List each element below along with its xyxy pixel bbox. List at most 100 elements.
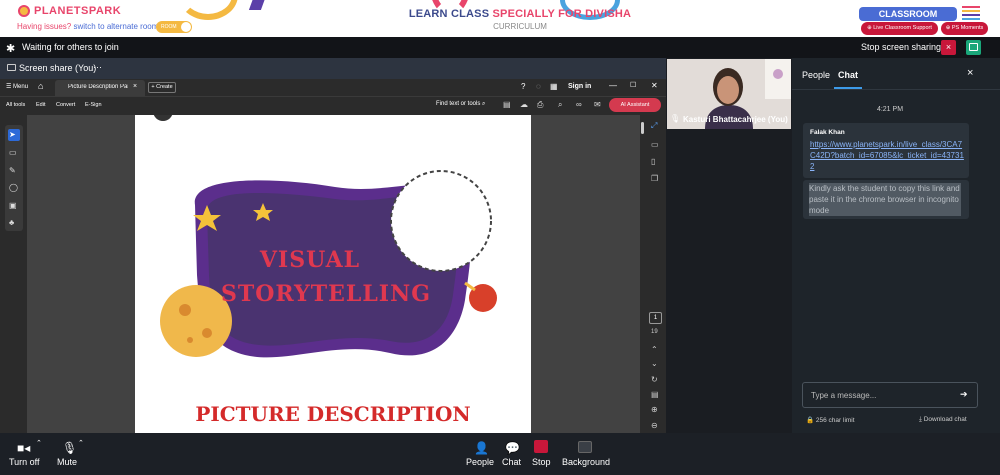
find-tools-input[interactable]: Find text or tools ⌕: [436, 101, 485, 108]
meeting-header: [0, 37, 1000, 58]
tab-close-icon[interactable]: ×: [133, 83, 137, 90]
mail-icon[interactable]: ✉: [594, 100, 601, 109]
toggle-knob: [181, 22, 191, 32]
camera-icon[interactable]: ■◂: [17, 441, 30, 455]
link-icon[interactable]: ∞: [576, 100, 582, 109]
chat-icon[interactable]: 💬: [505, 441, 520, 455]
participant-face: [717, 76, 739, 104]
alternate-room-link[interactable]: switch to alternate room: [73, 22, 158, 31]
comments-icon[interactable]: ▭: [651, 140, 659, 149]
search-icon: ⌕: [482, 101, 486, 107]
bell-icon[interactable]: ◌: [536, 82, 541, 91]
chevron-up-icon[interactable]: ⌃: [651, 345, 658, 354]
chat-button[interactable]: Chat: [502, 457, 521, 467]
maximize-icon[interactable]: ☐: [630, 81, 636, 89]
message-placeholder: Type a message...: [811, 391, 877, 400]
page-corner-dot: [153, 115, 173, 121]
stop-sharing-label: Stop screen sharing: [861, 42, 942, 52]
bookmark-icon[interactable]: ▯: [651, 157, 655, 166]
pages-icon[interactable]: ❐: [651, 174, 658, 183]
tab-title: Picture Description Part ...: [68, 84, 128, 90]
zoom-in-icon[interactable]: ⊕: [651, 405, 658, 414]
classroom-button[interactable]: CLASSROOM: [859, 7, 957, 21]
participant-name: Kasturi Bhattacahrjee (You): [683, 115, 788, 124]
tab-chat[interactable]: Chat: [838, 70, 858, 80]
download-icon: ⤓: [919, 416, 922, 423]
upload-icon[interactable]: ☁: [520, 100, 528, 109]
crater: [187, 337, 193, 343]
refresh-icon[interactable]: ↻: [651, 375, 658, 384]
text-icon[interactable]: ▣: [9, 201, 17, 210]
microphone-icon[interactable]: 🎙: [62, 441, 77, 455]
home-icon[interactable]: ⌂: [38, 81, 43, 91]
slide-title-line1: VISUAL: [259, 247, 361, 273]
mute-button[interactable]: Mute: [57, 457, 77, 467]
scrollbar-thumb[interactable]: [641, 122, 644, 134]
site-subtitle: CURRICULUM: [493, 22, 547, 31]
background-button[interactable]: Background: [562, 457, 610, 467]
close-panel-icon[interactable]: ×: [967, 67, 973, 79]
print-icon[interactable]: ⎙: [537, 100, 543, 110]
meeting-status: Waiting for others to join: [22, 42, 119, 52]
search-doc-icon[interactable]: ⌕: [558, 100, 562, 110]
create-button[interactable]: + Create: [148, 82, 176, 93]
help-icon[interactable]: ?: [521, 82, 525, 91]
all-tools-button[interactable]: All tools: [6, 102, 25, 108]
divider: [792, 89, 1000, 90]
room-toggle[interactable]: ROOM: [156, 21, 192, 33]
stop-button[interactable]: Stop: [532, 457, 551, 467]
people-button[interactable]: People: [466, 457, 494, 467]
close-icon[interactable]: ✕: [651, 81, 658, 90]
turn-off-button[interactable]: Turn off: [9, 457, 40, 467]
convert-button[interactable]: Convert: [56, 102, 75, 108]
download-chat-button[interactable]: ⤓ Download chat: [919, 416, 967, 424]
apps-icon[interactable]: ▦: [550, 82, 558, 91]
site-title: LEARN CLASS SPECIALLY FOR DIVISHA: [408, 8, 632, 20]
chat-panel: [792, 58, 1000, 433]
esign-button[interactable]: E-Sign: [85, 102, 102, 108]
message-text: Kindly ask the student to copy this link…: [809, 183, 961, 216]
background-icon[interactable]: [578, 441, 592, 453]
screen-share-icon: [7, 64, 16, 71]
edit-button[interactable]: Edit: [36, 102, 45, 108]
sign-in-button[interactable]: Sign in: [568, 83, 591, 90]
cursor-icon[interactable]: ➤: [9, 130, 16, 139]
page-number-input[interactable]: 1: [649, 312, 662, 324]
browser-menu-button[interactable]: ☰ Menu: [6, 83, 28, 90]
gear-icon[interactable]: ✱: [6, 42, 15, 55]
slide-title-line2: STORYTELLING: [221, 281, 431, 307]
tab-people[interactable]: People: [802, 70, 830, 80]
minimize-icon[interactable]: —: [609, 81, 617, 90]
slide-footer-title: PICTURE DESCRIPTION: [195, 402, 471, 426]
mic-icon: 🎙: [670, 114, 681, 123]
screen-share-label: Screen share (You): [19, 63, 97, 73]
more-options-button[interactable]: ···: [93, 62, 102, 72]
slide-artwork: [153, 115, 497, 358]
logo-icon: [18, 5, 30, 17]
people-icon[interactable]: 👤: [474, 441, 489, 455]
pen-icon[interactable]: ✎: [9, 166, 16, 175]
send-icon[interactable]: ➔: [960, 389, 968, 400]
right-tool-dock: [645, 115, 666, 433]
ai-assistant-button[interactable]: AI Assistant: [609, 98, 661, 112]
message-link[interactable]: https://www.planetspark.in/live_class/3C…: [810, 139, 965, 172]
zoom-out-icon[interactable]: ⊖: [651, 421, 658, 430]
lasso-icon[interactable]: ◯: [9, 183, 18, 192]
meeting-controls: [0, 433, 1000, 475]
menu-icon[interactable]: [962, 6, 980, 20]
message-timestamp: 4:21 PM: [876, 106, 904, 113]
site-logo[interactable]: PLANETSPARK: [18, 5, 121, 17]
document-icon[interactable]: ▤: [651, 390, 659, 399]
save-icon[interactable]: ▤: [503, 100, 511, 109]
expand-icon[interactable]: ⤢: [651, 121, 657, 131]
share-screen-icon[interactable]: [966, 40, 981, 55]
ps-moments-button[interactable]: ⊕ PS Moments: [941, 22, 988, 35]
stamp-icon[interactable]: ♣: [9, 218, 14, 227]
camera-options-chevron-icon[interactable]: ⌃: [36, 439, 42, 447]
stop-share-icon[interactable]: [534, 440, 548, 453]
mic-options-chevron-icon[interactable]: ⌃: [78, 439, 84, 447]
live-support-button[interactable]: ⊕ Live Classroom Support: [861, 22, 938, 35]
comment-icon[interactable]: ▭: [9, 148, 17, 157]
chevron-down-icon[interactable]: ⌄: [651, 359, 658, 368]
stop-sharing-button[interactable]: ×: [941, 40, 956, 55]
